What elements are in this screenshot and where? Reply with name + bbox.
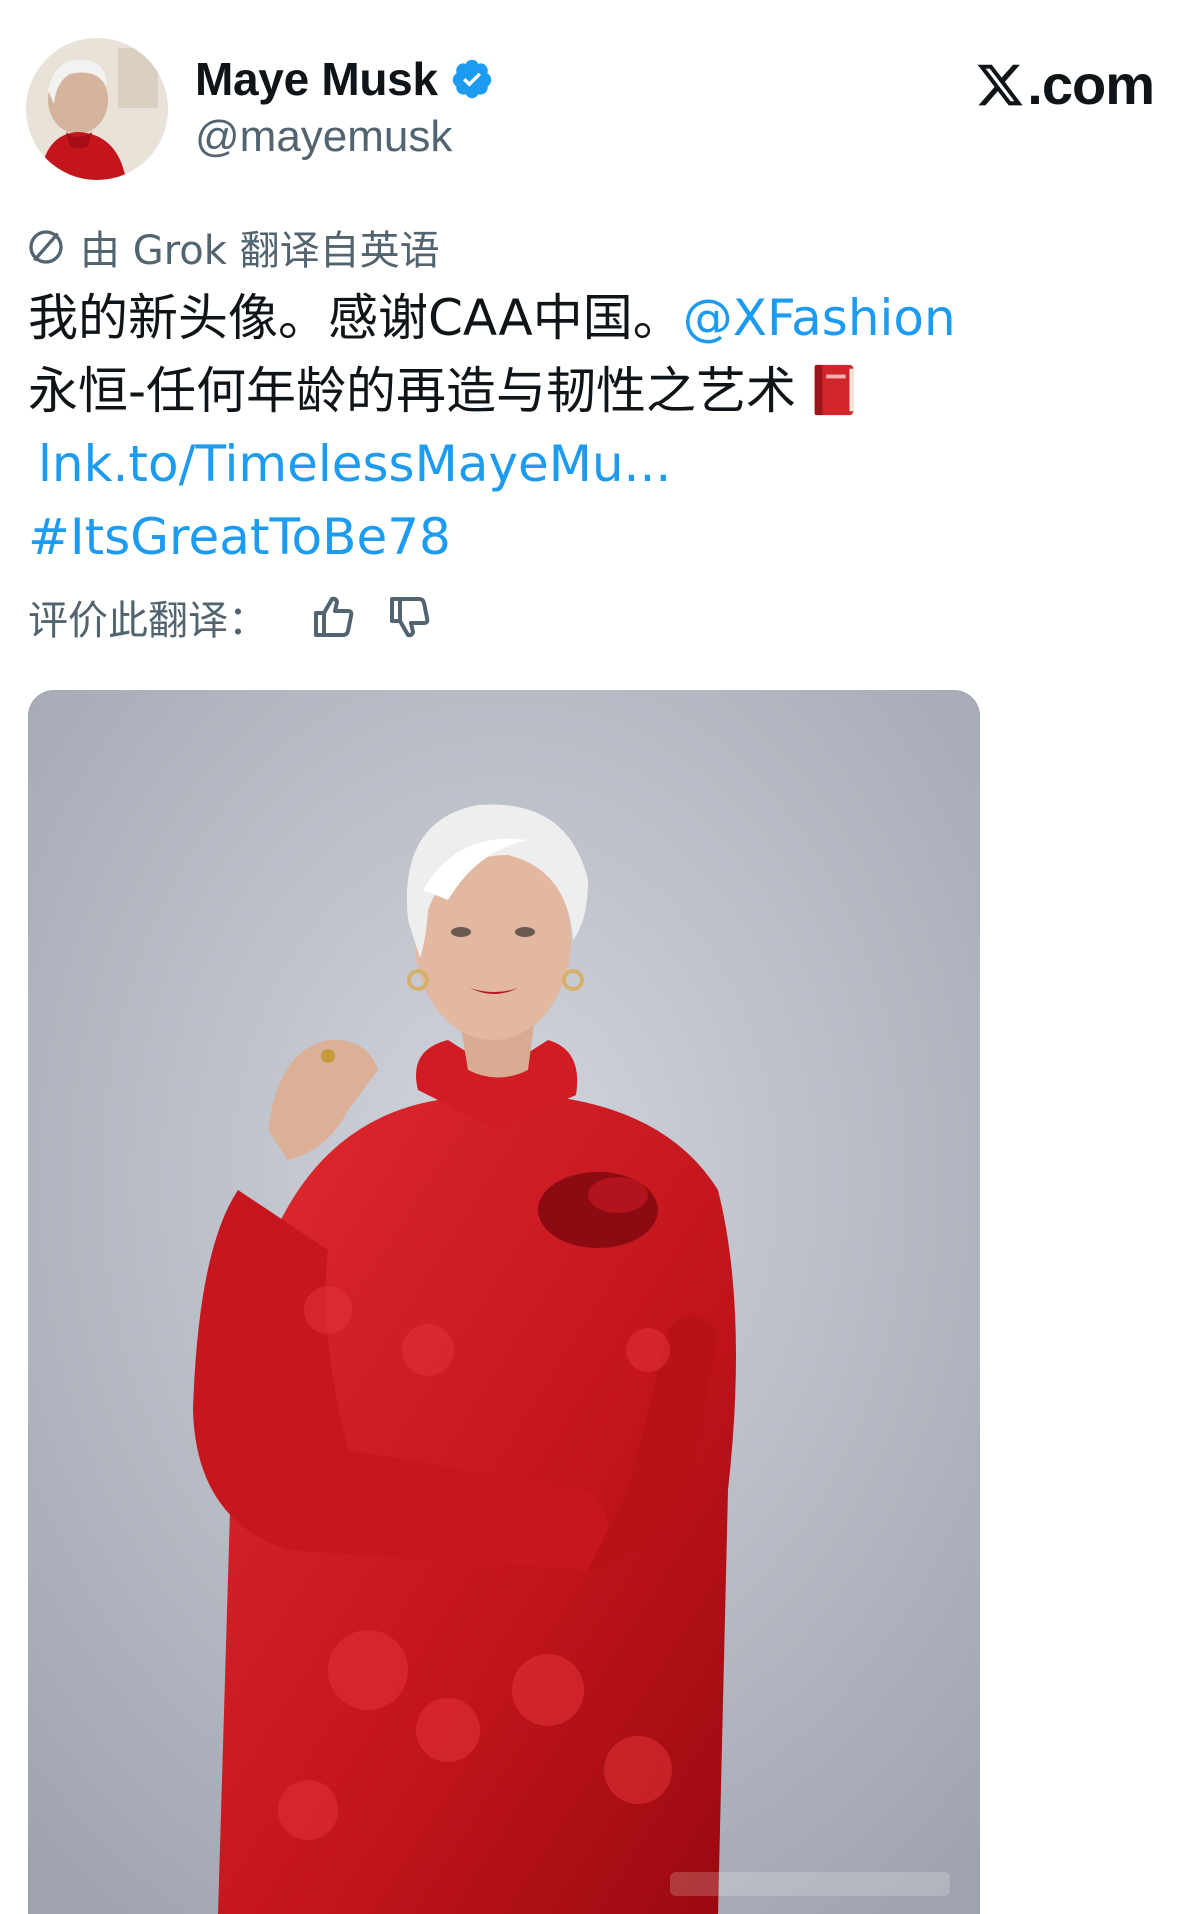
translation-notice[interactable]: 由 Grok 翻译自英语 [26, 218, 440, 276]
avatar-image [26, 38, 168, 180]
translation-label: 由 Grok 翻译自英语 [80, 228, 440, 274]
author-handle[interactable]: @mayemusk [195, 112, 452, 162]
thumbs-down-icon[interactable] [386, 593, 434, 641]
post-text-line-1: 我的新头像。感谢CAA中国。@XFashion [28, 282, 1148, 355]
post-text-segment: 我的新头像。感谢CAA中国。 [28, 289, 683, 347]
author-avatar[interactable] [26, 38, 168, 180]
post-media-photo[interactable] [28, 690, 980, 1914]
watermark-mark [670, 1872, 950, 1896]
author-display-name[interactable]: Maye Musk [195, 52, 438, 106]
verified-badge-icon [452, 59, 491, 99]
post-text-line-4: #ItsGreatToBe78 [28, 501, 1148, 574]
rate-translation-label: 评价此翻译： [28, 598, 268, 644]
site-logo-text: .com [1027, 53, 1155, 116]
mention-link-xfashion[interactable]: @XFashion [683, 289, 956, 347]
translate-globe-icon [29, 230, 63, 264]
post-text-line-3: lnk.to/TimelessMayeMu... [28, 428, 1148, 501]
portrait-image [28, 690, 980, 1914]
post-text-segment: 永恒-任何年龄的再造与韧性之艺术 [28, 362, 797, 420]
post-text: 我的新头像。感谢CAA中国。@XFashion 永恒-任何年龄的再造与韧性之艺术… [28, 282, 1148, 574]
author-name-row: Maye Musk [195, 52, 494, 106]
x-logo-icon [977, 64, 1023, 105]
rate-translation-row: 评价此翻译： [28, 588, 434, 646]
external-link[interactable]: lnk.to/TimelessMayeMu... [38, 435, 671, 493]
x-site-logo: .com [975, 52, 1155, 117]
red-book-emoji [814, 364, 854, 415]
post-text-line-2: 永恒-任何年龄的再造与韧性之艺术 [28, 355, 1148, 428]
thumbs-up-icon[interactable] [310, 593, 358, 641]
post-header: Maye Musk @mayemusk .com [0, 0, 1190, 185]
hashtag-link[interactable]: #ItsGreatToBe78 [28, 508, 451, 566]
